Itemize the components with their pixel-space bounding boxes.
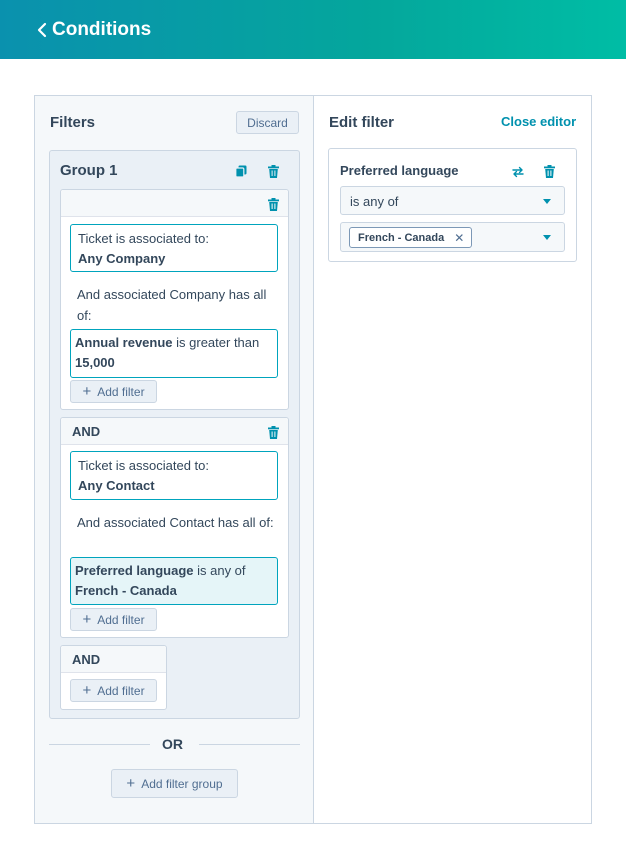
caret-down-icon xyxy=(543,235,551,240)
trash-icon[interactable] xyxy=(266,196,280,212)
divider-line xyxy=(49,744,150,745)
association-target: Any Contact xyxy=(78,478,155,493)
add-filter-label: Add filter xyxy=(97,683,145,698)
edit-filter-title: Edit filter xyxy=(329,114,395,131)
plus-icon: + xyxy=(82,383,92,400)
and-associated-text: And associated Company has all of: xyxy=(77,287,267,323)
block-header xyxy=(61,190,288,217)
filter-property: Annual revenue xyxy=(75,335,173,350)
close-editor-link[interactable]: Close editor xyxy=(501,114,576,129)
property-name: Preferred language xyxy=(340,163,459,178)
operator-value: is any of xyxy=(350,194,399,209)
conditions-panel: Filters Discard Group 1 Ticket is associ… xyxy=(34,95,592,824)
filter-group: Group 1 Ticket is associated to: Any Com… xyxy=(49,150,300,719)
filter-property: Preferred language xyxy=(75,563,194,578)
value-tag: French - Canada ✕ xyxy=(349,227,473,248)
and-associated-text: And associated Contact has all of: xyxy=(77,515,274,530)
filter-operator: is greater than xyxy=(172,335,260,350)
trash-icon[interactable] xyxy=(266,163,280,179)
filter-value: 15,000 xyxy=(75,355,115,370)
filters-pane: Filters Discard Group 1 Ticket is associ… xyxy=(35,96,314,823)
value-multiselect[interactable]: French - Canada ✕ xyxy=(340,222,565,252)
back-button[interactable]: Conditions xyxy=(36,19,151,41)
discard-button[interactable]: Discard xyxy=(236,111,299,134)
swap-icon[interactable] xyxy=(510,164,526,180)
edit-filter-card: Preferred language is any of French - Ca… xyxy=(328,148,577,262)
filter-condition[interactable]: Annual revenue is greater than 15,000 xyxy=(70,329,278,378)
top-bar: Conditions xyxy=(0,0,626,59)
tag-label: French - Canada xyxy=(358,231,445,244)
add-filter-label: Add filter xyxy=(97,384,145,399)
chevron-left-icon xyxy=(37,22,47,37)
filter-operator: is any of xyxy=(193,563,246,578)
or-label: OR xyxy=(162,736,183,752)
add-filter-label: Add filter xyxy=(97,612,145,627)
trash-icon[interactable] xyxy=(266,424,280,440)
page-title: Conditions xyxy=(52,18,152,40)
caret-down-icon xyxy=(543,199,551,204)
add-filter-button[interactable]: + Add filter xyxy=(70,608,157,631)
edit-filter-pane: Edit filter Close editor Preferred langu… xyxy=(314,96,591,823)
block-header: AND xyxy=(61,646,166,673)
association-text: Ticket is associated to: xyxy=(78,458,210,473)
trash-icon[interactable] xyxy=(542,163,556,179)
or-divider: OR xyxy=(49,734,300,754)
association-target: Any Company xyxy=(78,251,166,266)
add-filter-button[interactable]: + Add filter xyxy=(70,679,157,702)
plus-icon: + xyxy=(126,775,136,792)
plus-icon: + xyxy=(82,682,92,699)
copy-icon[interactable] xyxy=(234,163,248,179)
divider-line xyxy=(199,744,300,745)
association-text: Ticket is associated to: xyxy=(78,231,210,246)
filter-condition-selected[interactable]: Preferred language is any of French - Ca… xyxy=(70,557,278,605)
add-filter-group-button[interactable]: + Add filter group xyxy=(111,769,238,798)
association-condition[interactable]: Ticket is associated to: Any Company xyxy=(70,224,278,272)
filters-title: Filters xyxy=(50,114,96,131)
filter-block: AND + Add filter xyxy=(60,645,167,710)
remove-tag-icon[interactable]: ✕ xyxy=(454,231,464,245)
operator-select[interactable]: is any of xyxy=(340,186,565,215)
and-label: AND xyxy=(72,652,101,667)
group-title: Group 1 xyxy=(60,162,118,179)
add-filter-button[interactable]: + Add filter xyxy=(70,380,157,403)
filter-block: AND Ticket is associated to: Any Contact… xyxy=(60,417,289,638)
filter-value: French - Canada xyxy=(75,583,177,598)
filter-block: Ticket is associated to: Any Company And… xyxy=(60,189,289,410)
block-header: AND xyxy=(61,418,288,445)
plus-icon: + xyxy=(82,611,92,628)
and-label: AND xyxy=(72,424,101,439)
add-filter-group-label: Add filter group xyxy=(141,776,223,791)
association-condition[interactable]: Ticket is associated to: Any Contact xyxy=(70,451,278,500)
